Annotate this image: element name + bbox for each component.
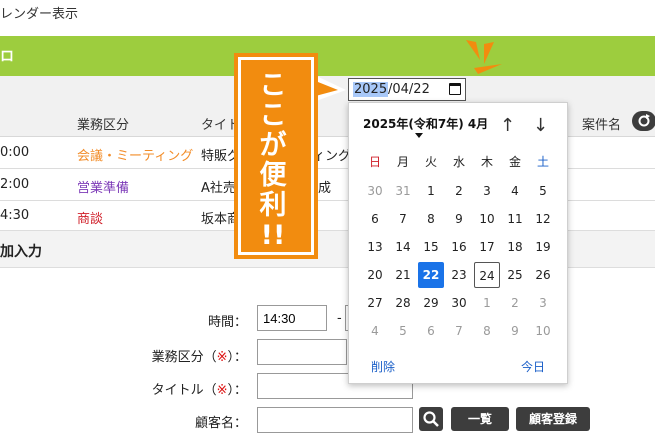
calendar-day[interactable]: 10 [530, 318, 556, 344]
calendar-day[interactable]: 30 [362, 178, 388, 204]
calendar-day[interactable]: 6 [362, 206, 388, 232]
calendar-day[interactable]: 31 [390, 178, 416, 204]
list-button[interactable]: 一覧 [451, 407, 509, 431]
required-mark: ※ [216, 383, 228, 398]
weekday-header: 火 [424, 155, 437, 169]
calendar-day[interactable]: 5 [530, 178, 556, 204]
search-icon [423, 411, 439, 427]
customer-label: 顧客名： [194, 416, 247, 431]
date-input[interactable]: 2025 /04/22 [348, 78, 466, 101]
row-category: 営業準備 [77, 181, 130, 196]
calendar-day[interactable]: 25 [502, 262, 528, 288]
month-dropdown-caret-icon[interactable] [415, 133, 423, 138]
row-time: 0:00 [0, 145, 30, 160]
month-year-selector[interactable]: 2025年(令和7年) 4月 [363, 115, 488, 132]
row-time: 4:30 [0, 208, 30, 223]
time-label: 時間： [207, 315, 247, 330]
date-year-segment[interactable]: 2025 [353, 82, 389, 97]
calendar-day[interactable]: 4 [362, 318, 388, 344]
category-select[interactable] [257, 339, 347, 365]
customer-input[interactable] [257, 407, 413, 433]
refresh-icon [638, 114, 650, 127]
register-customer-button[interactable]: 顧客登録 [516, 407, 590, 431]
calendar-day[interactable]: 15 [418, 234, 444, 260]
row-category: 会議・ミーティング [77, 149, 194, 164]
row-category: 商談 [77, 212, 104, 227]
weekday-header: 金 [508, 155, 521, 169]
calendar-day[interactable]: 8 [474, 318, 500, 344]
calendar-day[interactable]: 17 [474, 234, 500, 260]
calendar-day[interactable]: 11 [502, 206, 528, 232]
weekday-header: 水 [452, 155, 465, 169]
next-month-arrow-icon[interactable]: ↓ [533, 115, 548, 136]
calendar-day[interactable]: 28 [390, 290, 416, 316]
calendar-day[interactable]: 7 [446, 318, 472, 344]
calendar-day[interactable]: 5 [390, 318, 416, 344]
column-header-customer: 案件名 [582, 118, 622, 133]
calendar-day[interactable]: 7 [390, 206, 416, 232]
weekday-header: 月 [396, 155, 409, 169]
green-bar-title: ロ [0, 49, 14, 65]
row-title-tail: 成 [318, 181, 332, 196]
calendar-day[interactable]: 1 [418, 178, 444, 204]
callout-box: こ こ が 便 利 !! [234, 53, 318, 259]
calendar-day[interactable]: 2 [446, 178, 472, 204]
calendar-day[interactable]: 1 [474, 290, 500, 316]
row-title: A社売 [201, 181, 236, 196]
weekday-header: 日 [368, 155, 381, 169]
refresh-button[interactable] [632, 111, 655, 131]
calendar-day[interactable]: 14 [390, 234, 416, 260]
section-title: 加入力 [0, 244, 42, 260]
calendar-day[interactable]: 3 [474, 178, 500, 204]
time-start-input[interactable] [257, 305, 327, 331]
weekday-header: 土 [536, 155, 549, 169]
calendar-day[interactable]: 22 [418, 262, 444, 288]
datepicker-popup: 2025年(令和7年) 4月 ↑ ↓ 削除 今日 日月火水木金土 30 31 1 2 3 4… [348, 102, 568, 384]
calendar-day[interactable]: 18 [502, 234, 528, 260]
time-separator: - [337, 311, 342, 326]
calendar-day[interactable]: 16 [446, 234, 472, 260]
date-month-day-segment[interactable]: /04/22 [388, 82, 430, 97]
calendar-day[interactable]: 9 [502, 318, 528, 344]
calendar-day[interactable]: 27 [362, 290, 388, 316]
calendar-day[interactable]: 4 [502, 178, 528, 204]
customer-search-button[interactable] [419, 407, 443, 431]
required-mark: ※ [216, 350, 228, 365]
calendar-day[interactable]: 29 [418, 290, 444, 316]
row-time: 2:00 [0, 177, 30, 192]
calendar-day[interactable]: 12 [530, 206, 556, 232]
calendar-day[interactable]: 2 [502, 290, 528, 316]
page-label: レンダー表示 [0, 7, 79, 22]
calendar-day[interactable]: 23 [446, 262, 472, 288]
calendar-day[interactable]: 20 [362, 262, 388, 288]
category-label: 業務区分（※）： [151, 350, 247, 365]
previous-month-arrow-icon[interactable]: ↑ [500, 115, 515, 136]
calendar-day[interactable]: 6 [418, 318, 444, 344]
column-header-category: 業務区分 [77, 118, 130, 133]
calendar-day[interactable]: 30 [446, 290, 472, 316]
weekday-header: 木 [480, 155, 493, 169]
title-label: タイトル（※）： [151, 383, 247, 398]
calendar-day[interactable]: 26 [530, 262, 556, 288]
calendar-day[interactable]: 21 [390, 262, 416, 288]
calendar-day[interactable]: 8 [418, 206, 444, 232]
calendar-icon[interactable] [449, 83, 461, 95]
clear-date-button[interactable]: 削除 [371, 358, 395, 375]
today-button[interactable]: 今日 [521, 358, 545, 375]
calendar-day[interactable]: 24 [474, 262, 500, 288]
calendar-day[interactable]: 3 [530, 290, 556, 316]
calendar-day[interactable]: 13 [362, 234, 388, 260]
calendar-day[interactable]: 10 [474, 206, 500, 232]
calendar-day[interactable]: 9 [446, 206, 472, 232]
calendar-day[interactable]: 19 [530, 234, 556, 260]
